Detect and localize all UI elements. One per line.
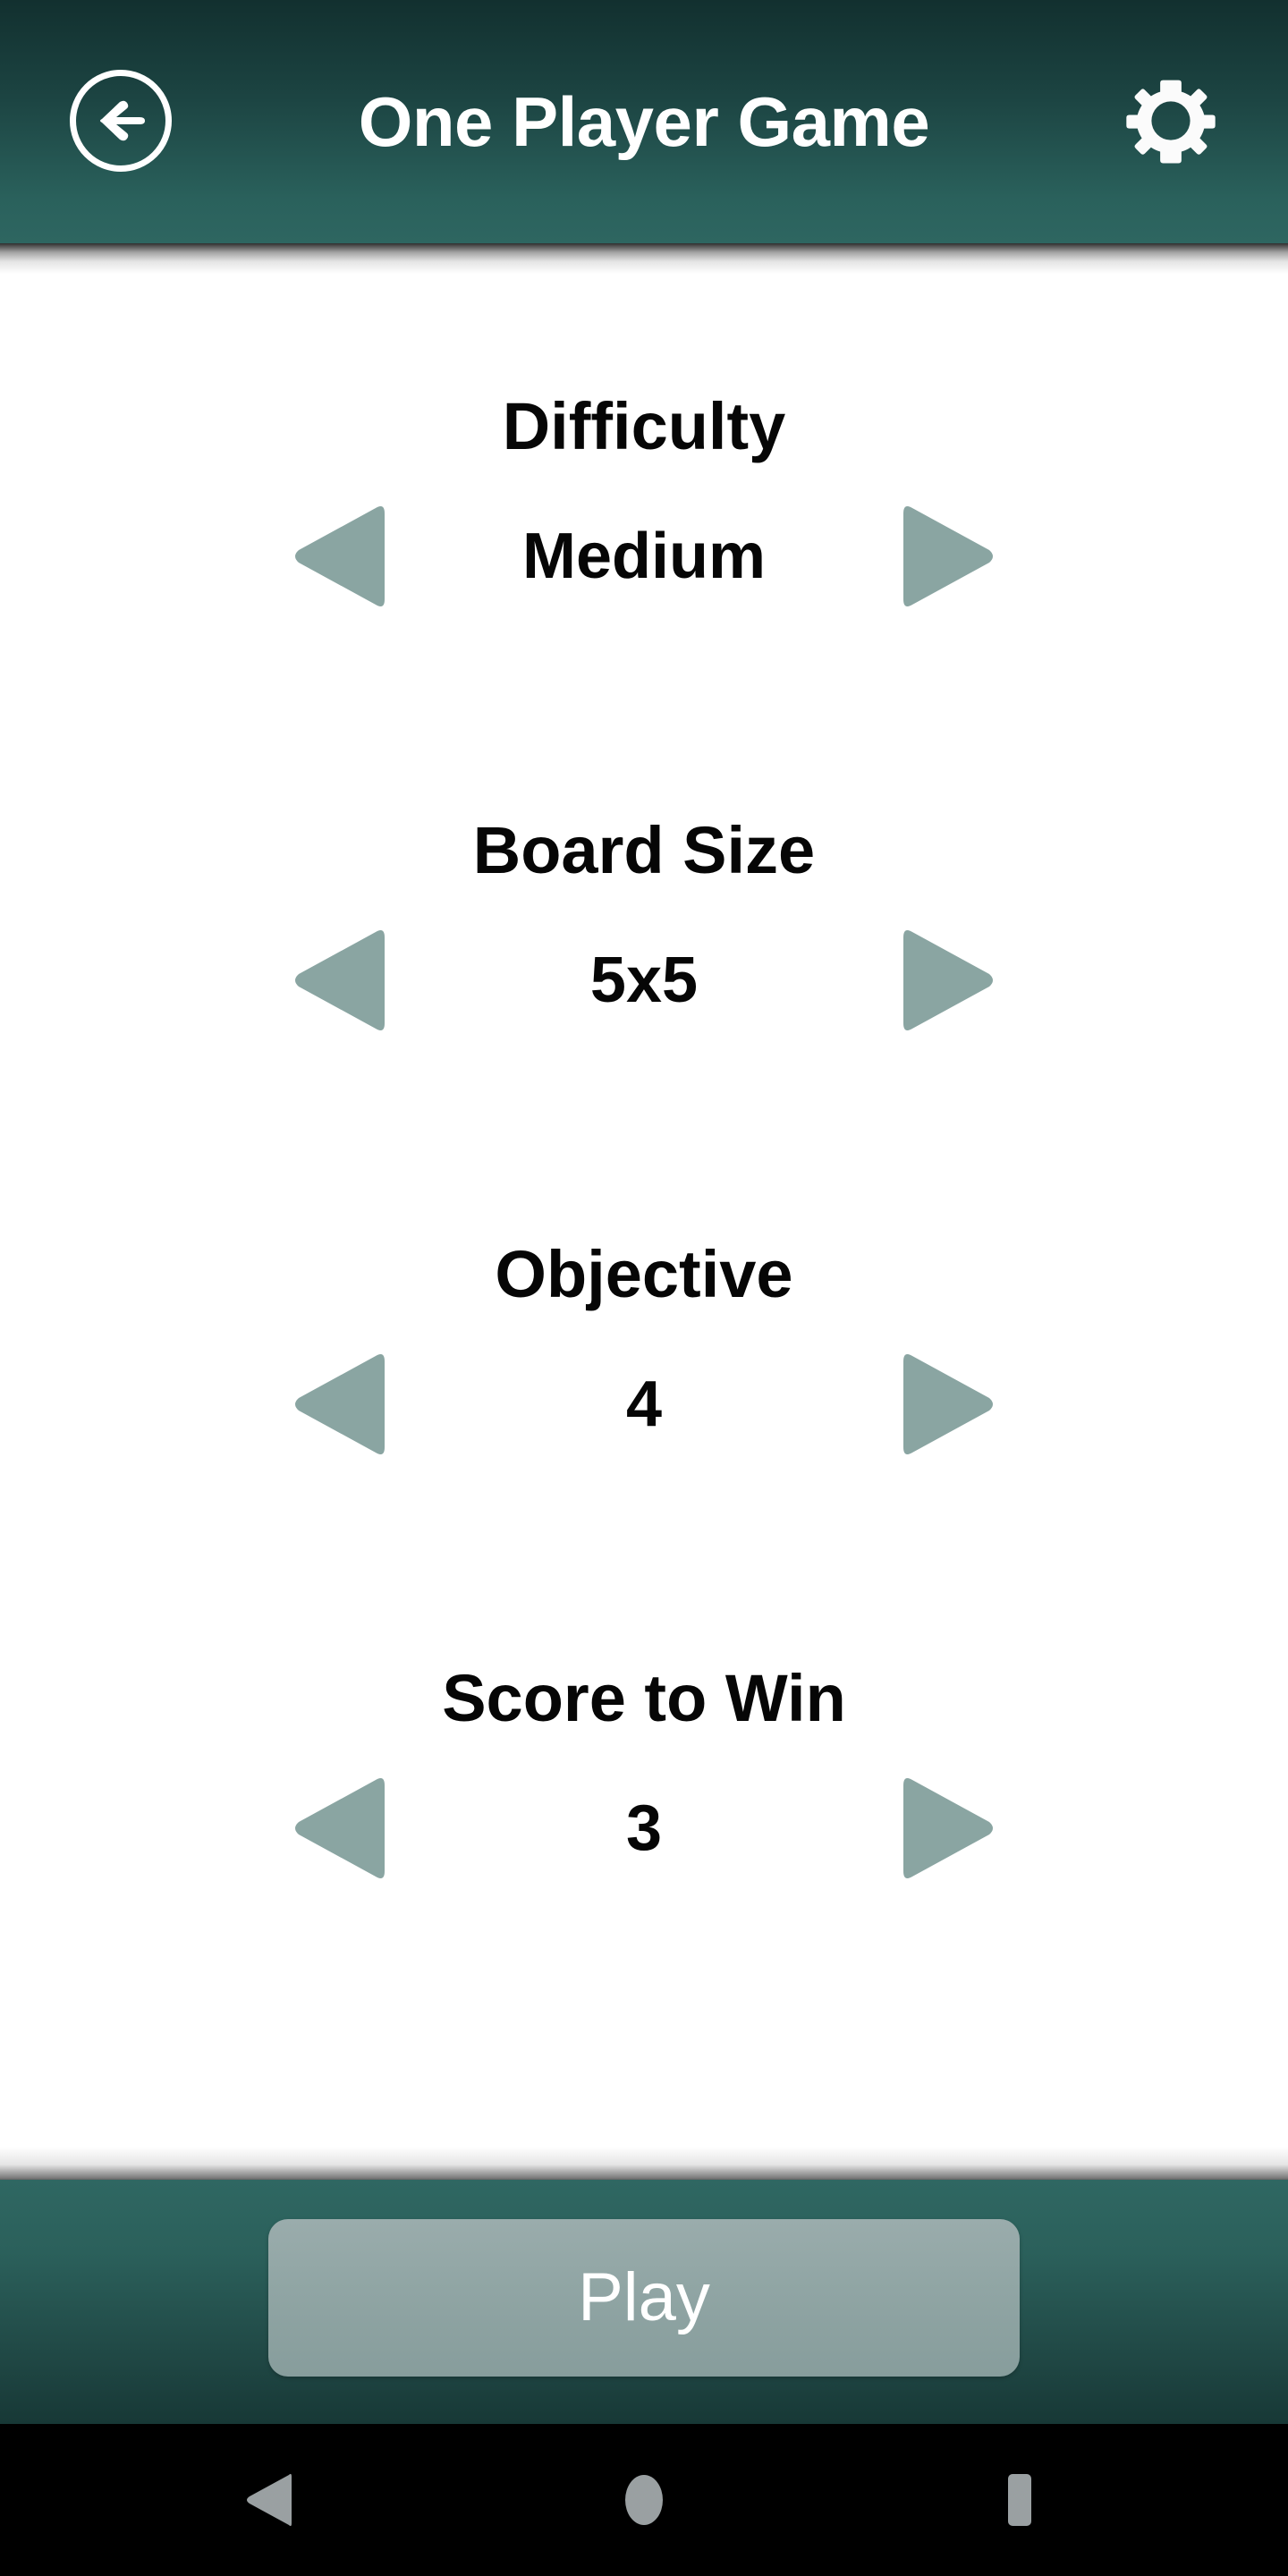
setting-group-score-to-win: Score to Win 3	[0, 1665, 1288, 1884]
setting-value: Medium	[521, 521, 766, 592]
play-button-label: Play	[578, 2259, 710, 2335]
android-navigation-bar	[0, 2424, 1288, 2576]
setting-value: 4	[625, 1368, 663, 1440]
setting-group-difficulty: Difficulty Medium	[0, 394, 1288, 612]
setting-stepper-row: 5x5	[0, 925, 1288, 1036]
header-drop-shadow	[0, 243, 1288, 274]
setting-value: 3	[625, 1792, 663, 1864]
setting-group-objective: Objective 4	[0, 1241, 1288, 1460]
nav-recents-square-icon	[996, 2472, 1043, 2528]
gear-icon	[1123, 72, 1219, 169]
setting-stepper-row: Medium	[0, 501, 1288, 612]
setting-group-board-size: Board Size 5x5	[0, 818, 1288, 1036]
settings-content: Difficulty Medium Board Size 5x5 Objecti…	[0, 243, 1288, 2180]
nav-home-circle-icon	[622, 2472, 666, 2528]
setting-label: Objective	[495, 1237, 793, 1311]
setting-label: Score to Win	[442, 1661, 846, 1735]
setting-label: Difficulty	[502, 389, 786, 463]
setting-value: 5x5	[589, 945, 699, 1016]
play-button[interactable]: Play	[268, 2219, 1020, 2377]
app-footer: Play	[0, 2180, 1288, 2424]
setting-stepper-row: 4	[0, 1349, 1288, 1460]
setting-stepper-row: 3	[0, 1773, 1288, 1884]
objective-next-button[interactable]	[898, 1349, 998, 1460]
triangle-right-icon	[898, 1349, 998, 1460]
score-to-win-next-button[interactable]	[898, 1773, 998, 1884]
settings-button[interactable]	[1118, 68, 1224, 174]
difficulty-next-button[interactable]	[898, 501, 998, 612]
nav-back-button[interactable]	[179, 2424, 358, 2576]
nav-back-triangle-icon	[244, 2472, 292, 2528]
nav-home-button[interactable]	[555, 2424, 733, 2576]
triangle-right-icon	[898, 501, 998, 612]
app-header: One Player Game	[0, 0, 1288, 243]
nav-recents-button[interactable]	[930, 2424, 1109, 2576]
board-size-next-button[interactable]	[898, 925, 998, 1036]
footer-drop-shadow	[0, 2147, 1288, 2182]
app-screen: One Player Game Difficulty Medium Board …	[0, 0, 1288, 2576]
triangle-right-icon	[898, 925, 998, 1036]
triangle-right-icon	[898, 1773, 998, 1884]
setting-label: Board Size	[472, 813, 816, 887]
page-title: One Player Game	[358, 81, 930, 161]
